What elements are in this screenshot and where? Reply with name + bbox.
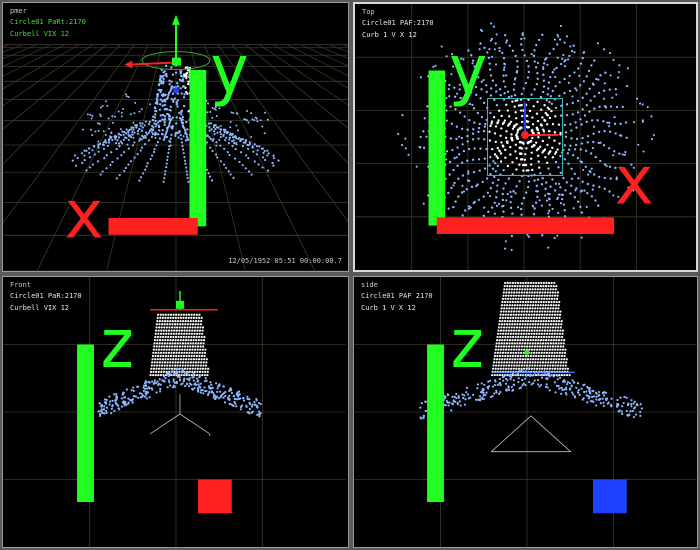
axis-triad-icon: z — [427, 304, 627, 514]
axis-x-label: x — [64, 176, 104, 254]
axis-x-label: x — [614, 142, 654, 220]
axis-z-label: z — [97, 304, 138, 383]
viewport-front[interactable]: Front Circle01 PaR:2170 Curbell VIX 12 z — [2, 276, 349, 548]
axis-triad-icon: y x — [64, 30, 250, 254]
axis-triad-icon: y x — [428, 31, 654, 234]
axis-y-label: y — [448, 31, 488, 109]
axis-y-label: y — [209, 30, 249, 108]
axis-z-label: z — [447, 304, 488, 383]
viewport-top[interactable]: Top Circle01 PAF:2170 Curb 1 V X 12 y x — [353, 2, 698, 272]
viewport-perspective[interactable]: pmer Circle01 PaRt:2170 Curbell VIX 12 1… — [2, 2, 349, 272]
viewport-side[interactable]: side Circle01 PAF 2170 Curb 1 V X 12 z — [353, 276, 698, 548]
axis-triad-icon: z — [77, 304, 232, 514]
